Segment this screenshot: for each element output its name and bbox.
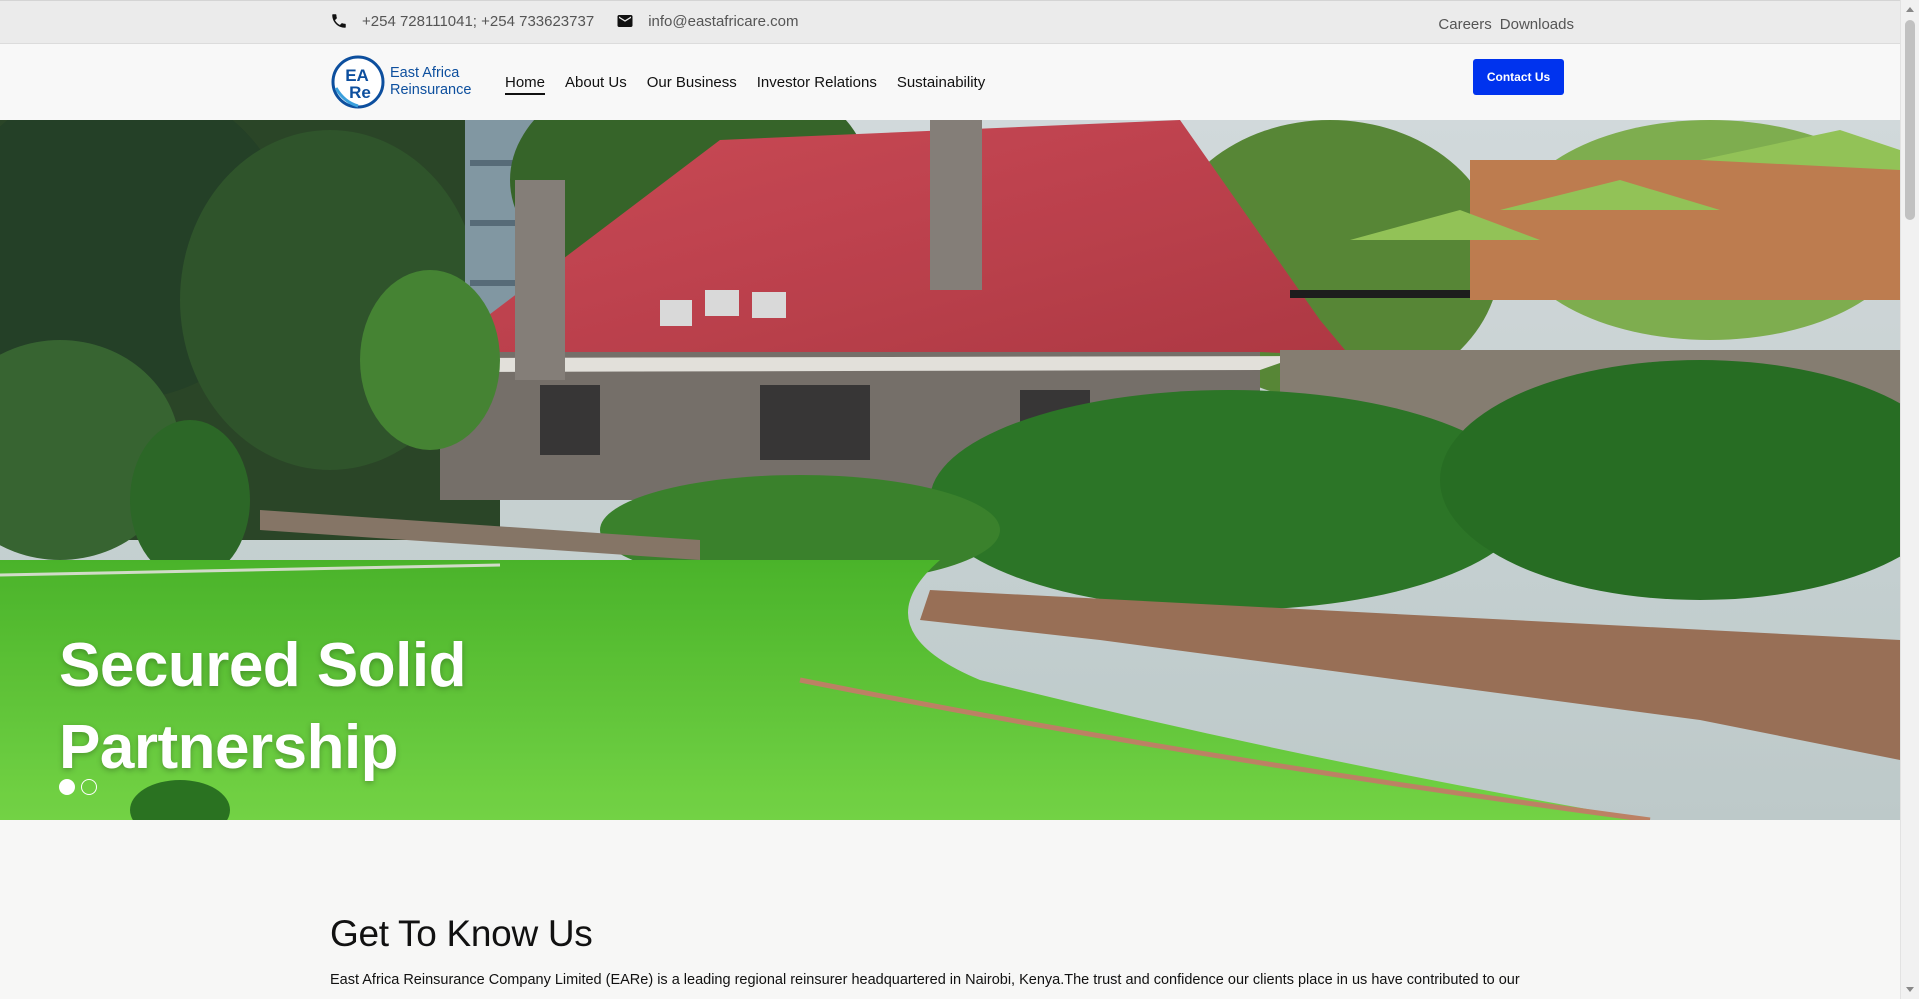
scroll-down-icon[interactable] [1906, 987, 1914, 992]
scroll-up-icon[interactable] [1906, 7, 1914, 12]
slide-dot-1[interactable] [59, 779, 75, 795]
email-item[interactable]: info@eastafricare.com [616, 12, 798, 30]
primary-menu: Home About Us Our Business Investor Rela… [505, 44, 985, 120]
nav-sustainability[interactable]: Sustainability [897, 70, 985, 95]
nav-our-business[interactable]: Our Business [647, 70, 737, 95]
svg-text:Re: Re [349, 83, 371, 102]
about-section: Get To Know Us East Africa Reinsurance C… [330, 912, 1570, 992]
phone-icon [332, 14, 346, 28]
contact-info: +254 728111041; +254 733623737 info@east… [330, 1, 798, 41]
hero-title-line-2: Partnership [59, 713, 399, 782]
phone-item[interactable]: +254 728111041; +254 733623737 [330, 12, 594, 30]
logo-line-1: East Africa [390, 65, 460, 81]
nav-home[interactable]: Home [505, 70, 546, 95]
nav-about-us[interactable]: About Us [565, 70, 627, 95]
nav-investor-relations[interactable]: Investor Relations [757, 70, 877, 95]
logo[interactable]: EA Re East Africa Reinsurance [330, 54, 471, 110]
hero-title: Secured Solid Partnership [59, 625, 466, 789]
logo-mark: EA Re [331, 55, 385, 109]
email-address[interactable]: info@eastafricare.com [648, 13, 798, 30]
main-navbar: EA Re East Africa Reinsurance Home About… [0, 44, 1900, 120]
slide-dot-2[interactable] [81, 779, 97, 795]
top-utility-bar: +254 728111041; +254 733623737 info@east… [0, 0, 1900, 44]
hero-title-line-1: Secured Solid [59, 631, 466, 700]
scroll-thumb[interactable] [1905, 20, 1915, 220]
downloads-link[interactable]: Downloads [1500, 16, 1574, 33]
phone-numbers[interactable]: +254 728111041; +254 733623737 [362, 13, 594, 30]
hero-banner: Secured Solid Partnership [0, 120, 1900, 820]
about-heading: Get To Know Us [330, 913, 593, 954]
careers-link[interactable]: Careers [1438, 16, 1491, 33]
logo-text: East Africa Reinsurance [390, 65, 471, 99]
about-body: East Africa Reinsurance Company Limited … [330, 972, 1520, 988]
logo-line-2: Reinsurance [390, 82, 472, 98]
mail-icon [617, 15, 633, 27]
utility-links: Careers Downloads [1438, 1, 1574, 47]
contact-us-button[interactable]: Contact Us [1473, 59, 1564, 95]
slider-pagination [59, 779, 97, 795]
page-scrollbar[interactable] [1900, 0, 1919, 999]
